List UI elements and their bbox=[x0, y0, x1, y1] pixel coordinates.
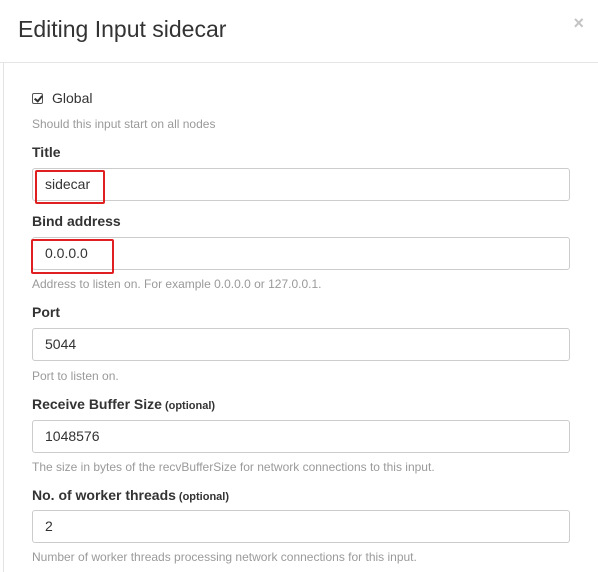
dialog-body: Global Should this input start on all no… bbox=[0, 63, 598, 572]
worker-threads-help: Number of worker threads processing netw… bbox=[32, 550, 417, 564]
recv-buffer-input[interactable]: 1048576 bbox=[32, 420, 570, 453]
global-help: Should this input start on all nodes bbox=[32, 117, 216, 131]
port-label: Port bbox=[32, 304, 60, 320]
title-input[interactable]: sidecar bbox=[32, 168, 570, 201]
port-help: Port to listen on. bbox=[32, 369, 119, 383]
title-highlight-box bbox=[35, 170, 105, 204]
recv-buffer-help: The size in bytes of the recvBufferSize … bbox=[32, 460, 435, 474]
global-checkbox[interactable] bbox=[32, 92, 43, 104]
worker-threads-input[interactable]: 2 bbox=[32, 510, 570, 543]
worker-threads-label: No. of worker threads (optional) bbox=[32, 487, 229, 503]
port-value: 5044 bbox=[45, 336, 77, 352]
worker-threads-value: 2 bbox=[45, 518, 53, 534]
dialog-title: Editing Input sidecar bbox=[18, 16, 227, 42]
global-checkbox-row[interactable]: Global bbox=[32, 89, 92, 107]
worker-threads-label-text: No. of worker threads bbox=[32, 487, 176, 503]
recv-buffer-label-text: Receive Buffer Size bbox=[32, 396, 162, 412]
recv-buffer-value: 1048576 bbox=[45, 428, 100, 444]
title-label: Title bbox=[32, 144, 61, 160]
close-icon[interactable]: × bbox=[573, 13, 584, 33]
dialog-header: Editing Input sidecar × bbox=[0, 0, 598, 63]
bind-address-label: Bind address bbox=[32, 213, 121, 229]
edit-input-dialog: Editing Input sidecar × Global Should th… bbox=[0, 0, 598, 572]
port-input[interactable]: 5044 bbox=[32, 328, 570, 361]
recv-buffer-optional-tag: (optional) bbox=[164, 400, 216, 412]
bind-address-help: Address to listen on. For example 0.0.0.… bbox=[32, 277, 322, 291]
bind-address-highlight-box bbox=[31, 239, 114, 274]
body-edge bbox=[3, 63, 4, 572]
worker-threads-optional-tag: (optional) bbox=[178, 491, 230, 503]
recv-buffer-label: Receive Buffer Size (optional) bbox=[32, 396, 215, 412]
global-label: Global bbox=[52, 90, 93, 106]
